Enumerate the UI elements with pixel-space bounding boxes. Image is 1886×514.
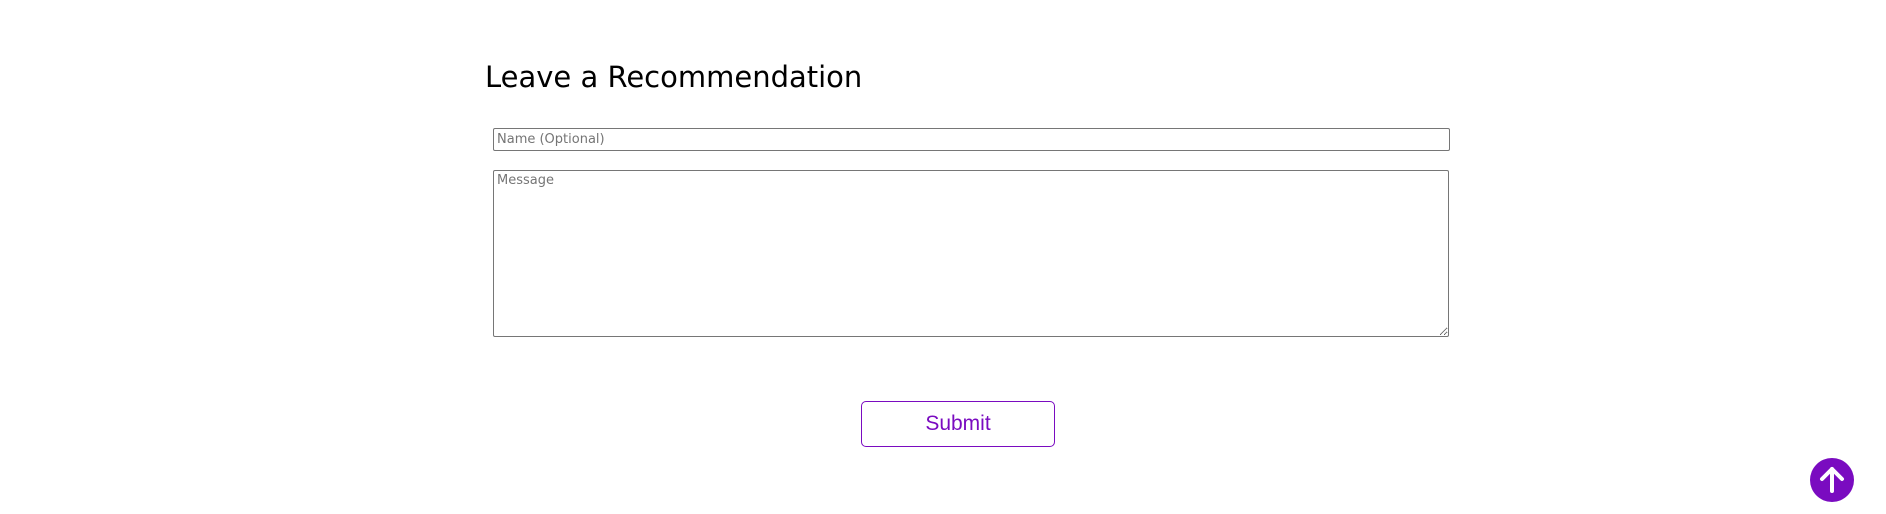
submit-button[interactable]: Submit [861, 401, 1055, 447]
message-input[interactable] [493, 170, 1449, 337]
page-title: Leave a Recommendation [485, 60, 863, 94]
arrow-up-icon [1820, 467, 1844, 493]
scroll-to-top-button[interactable] [1810, 458, 1854, 502]
page: Leave a Recommendation Submit [0, 0, 1886, 514]
name-input[interactable] [493, 128, 1450, 151]
